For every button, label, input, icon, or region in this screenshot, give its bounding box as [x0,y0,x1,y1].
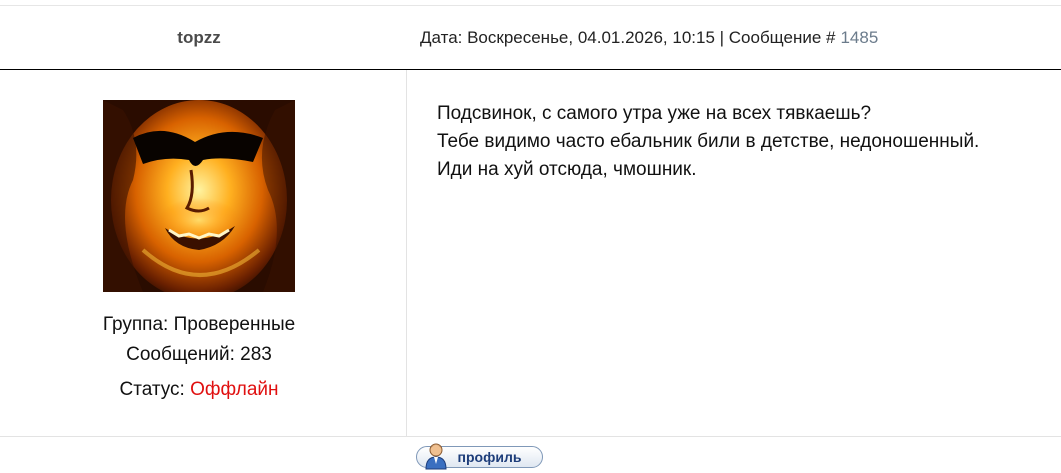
avatar [103,100,295,292]
post-date: Дата: Воскресенье, 04.01.2026, 10:15 | С… [420,27,836,47]
user-group: Группа: Проверенные [102,314,296,335]
user-status: Статус: Оффлайн [0,379,398,401]
bottom-divider [0,436,1061,437]
message-line: Подсвинок, с самого утра уже на всех тяв… [437,103,872,124]
profile-button[interactable]: профиль [416,443,543,470]
user-message-count: Сообщений: 283 [126,344,272,365]
status-label: Статус: [119,379,185,400]
profile-button-label: профиль [457,449,522,465]
post-header: topzz Дата: Воскресенье, 04.01.2026, 10:… [0,6,1061,70]
author-name[interactable]: topzz [0,6,398,69]
message-line: Тебе видимо часто ебальник били в детств… [437,131,980,152]
user-icon [425,442,447,473]
message-body: Подсвинок, с самого утра уже на всех тяв… [437,100,1047,184]
post-meta: Дата: Воскресенье, 04.01.2026, 10:15 | С… [420,6,878,69]
message-line: Иди на хуй отсюда, чмошник. [437,159,697,180]
post-number-link[interactable]: 1485 [840,28,878,48]
status-value: Оффлайн [190,379,279,400]
user-info-panel: Группа: Проверенные Сообщений: 283 Стату… [0,70,407,436]
avatar-image [103,100,295,292]
